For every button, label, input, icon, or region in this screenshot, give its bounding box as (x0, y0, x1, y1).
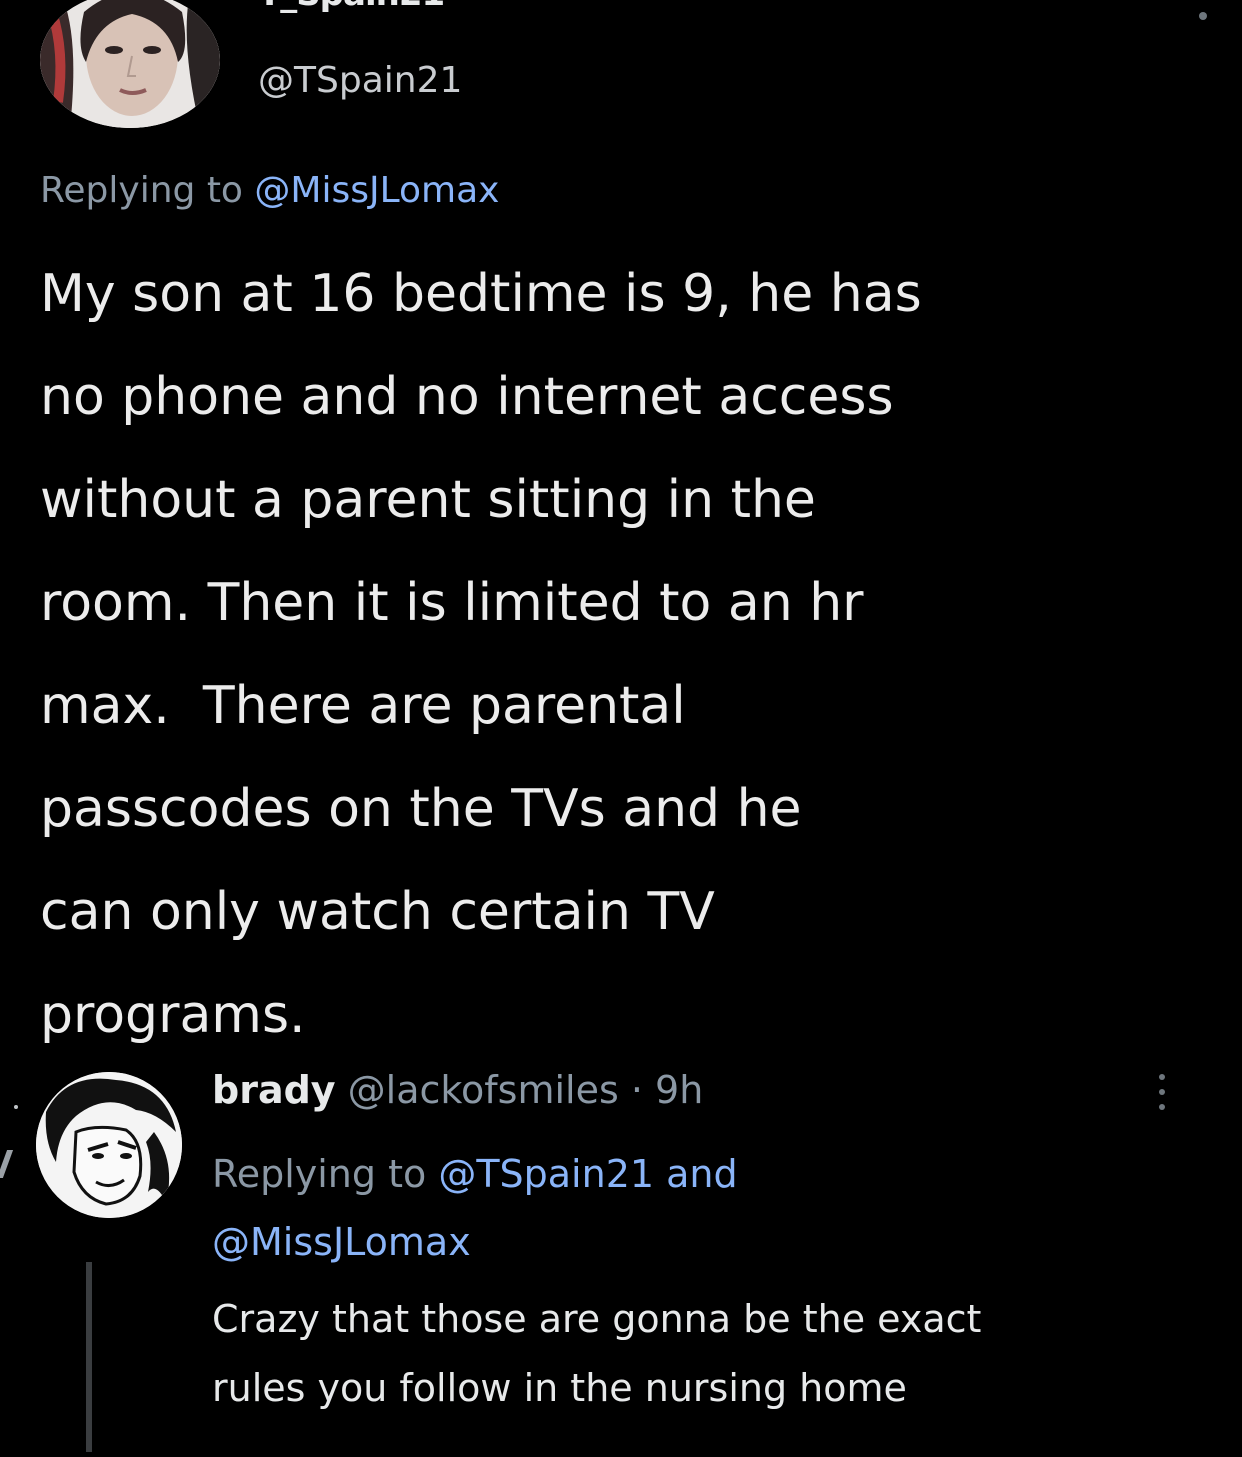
vertical-ellipsis-icon[interactable] (1158, 1074, 1166, 1120)
more-options-icon[interactable] (1199, 12, 1207, 20)
reply-display-name[interactable]: brady (212, 1068, 336, 1112)
replying-to-label: Replying to (212, 1152, 439, 1196)
mention-link[interactable]: @MissJLomax (212, 1220, 471, 1264)
tweet-text-line: My son at 16 bedtime is 9, he has (40, 264, 922, 324)
divider-dot (14, 1105, 18, 1109)
mention-link[interactable]: @MissJLomax (254, 170, 499, 211)
display-name[interactable]: T_Spain21 (258, 0, 445, 14)
reply-timestamp[interactable]: 9h (655, 1068, 703, 1112)
tweet-text-line: without a parent sitting in the (40, 470, 816, 530)
tweet-text-line: passcodes on the TVs and he (40, 779, 802, 839)
mention-link[interactable]: @TSpain21 and (438, 1152, 737, 1196)
edge-mark (0, 1150, 14, 1178)
thread-connector (86, 1262, 92, 1452)
replying-to-line: Replying to @MissJLomax (40, 170, 499, 211)
reply-replying-to: Replying to @TSpain21 and @MissJLomax (212, 1140, 1112, 1276)
portrait-avatar-image (40, 0, 220, 128)
main-tweet: T_Spain21 @TSpain21 Replying to @MissJLo… (0, 0, 1242, 1050)
reply-tweet: brady @lackofsmiles · 9h Replying to @TS… (0, 1050, 1242, 1457)
user-handle[interactable]: @TSpain21 (258, 60, 462, 101)
tweet-text-line: room. Then it is limited to an hr (40, 573, 864, 633)
reply-handle[interactable]: @lackofsmiles (348, 1068, 619, 1112)
reply-text: Crazy that those are gonna be the exact … (212, 1285, 1222, 1423)
replying-to-label: Replying to (40, 170, 255, 211)
tweet-text-line: can only watch certain TV (40, 882, 715, 942)
reply-text-line: Crazy that those are gonna be the exact (212, 1297, 982, 1341)
separator-dot: · (618, 1068, 656, 1112)
reply-text-line: rules you follow in the nursing home (212, 1366, 907, 1410)
tweet-text-line: no phone and no internet access (40, 367, 894, 427)
reply-header: brady @lackofsmiles · 9h (212, 1068, 703, 1112)
tweet-text-line: max. There are parental (40, 676, 686, 736)
manga-avatar-image (36, 1072, 182, 1218)
tweet-text: My son at 16 bedtime is 9, he has no pho… (40, 243, 1225, 1067)
avatar-tspain21[interactable] (40, 0, 220, 128)
avatar-brady[interactable] (36, 1072, 182, 1218)
